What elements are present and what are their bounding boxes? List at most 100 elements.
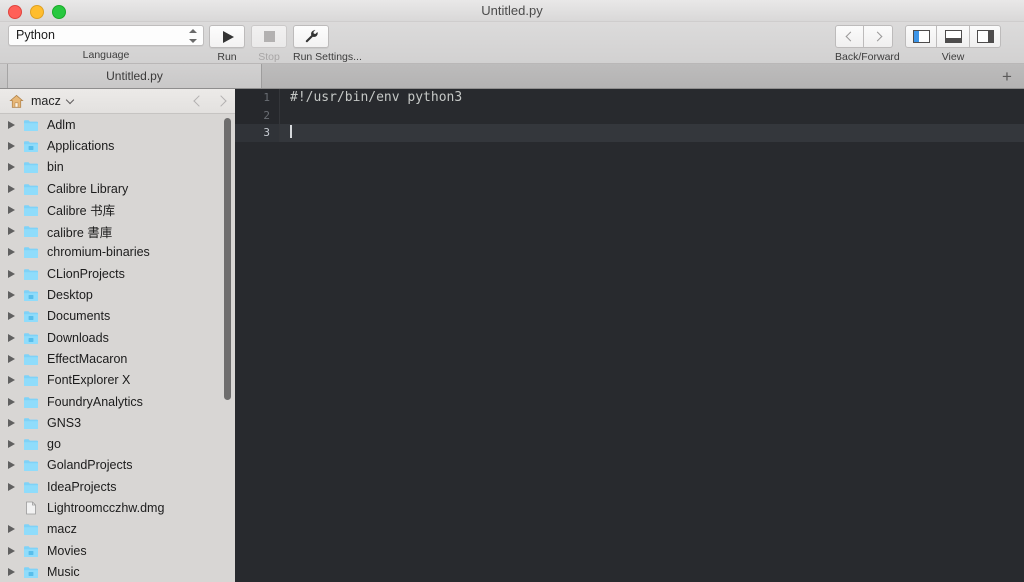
panel-left-icon: [912, 30, 930, 43]
disclosure-triangle-icon[interactable]: [8, 567, 15, 576]
file-list-item[interactable]: IdeaProjects: [0, 476, 235, 497]
disclosure-triangle-icon[interactable]: [8, 163, 15, 172]
language-select[interactable]: Python: [8, 25, 204, 46]
disclosure-triangle-icon[interactable]: [8, 291, 15, 300]
view-left-sidebar-button[interactable]: [905, 25, 937, 48]
tab-bar: Untitled.py +: [0, 64, 1024, 89]
disclosure-triangle-icon[interactable]: [8, 141, 15, 150]
disclosure-triangle-icon[interactable]: [8, 418, 15, 427]
toolbar: Python Language Run Stop Run Settings...…: [0, 22, 1024, 64]
editor-line-code: #!/usr/bin/env python3: [290, 90, 463, 105]
disclosure-triangle-icon[interactable]: [8, 440, 15, 449]
disclosure-triangle-icon[interactable]: [8, 333, 15, 342]
add-tab-button[interactable]: +: [994, 64, 1020, 88]
view-label: View: [941, 51, 965, 63]
folder-icon: [24, 183, 38, 195]
stop-square-icon: [263, 31, 275, 42]
file-list-item-label: Downloads: [47, 330, 109, 345]
file-list-item[interactable]: Calibre 书库: [0, 199, 235, 220]
window-title: Untitled.py: [481, 3, 543, 18]
run-settings-group: Run Settings...: [293, 25, 362, 63]
folder-icon: [24, 417, 38, 429]
file-list-item[interactable]: Adlm: [0, 114, 235, 135]
disclosure-triangle-icon[interactable]: [8, 205, 15, 214]
disclosure-triangle-icon[interactable]: [8, 482, 15, 491]
file-list-item[interactable]: Movies: [0, 540, 235, 561]
back-forward-group: Back/Forward: [835, 25, 900, 63]
stop-button[interactable]: [251, 25, 287, 48]
file-list[interactable]: Adlm Applications bin Calibre Library Calibr…: [0, 114, 235, 582]
editor-line[interactable]: 3: [235, 124, 1024, 142]
back-button[interactable]: [835, 25, 864, 48]
folder-applications-icon: [24, 141, 38, 152]
close-button[interactable]: [8, 5, 22, 19]
file-list-item-label: chromium-binaries: [47, 245, 150, 260]
tab-bar-left-edge: [0, 64, 8, 88]
file-list-item-label: FontExplorer X: [47, 373, 131, 388]
view-bottom-panel-button[interactable]: [937, 25, 969, 48]
file-list-item-label: Lightroomcczhw.dmg: [47, 500, 165, 515]
title-bar: Untitled.py: [0, 0, 1024, 22]
run-settings-button[interactable]: [293, 25, 329, 48]
maximize-button[interactable]: [52, 5, 66, 19]
disclosure-triangle-icon[interactable]: [8, 376, 15, 385]
chevron-down-icon[interactable]: [65, 95, 75, 104]
disclosure-triangle-icon[interactable]: [8, 227, 15, 236]
tab-untitled-py[interactable]: Untitled.py: [8, 64, 262, 88]
view-right-panel-button[interactable]: [969, 25, 1001, 48]
folder-icon: [24, 268, 38, 280]
file-list-item[interactable]: CLionProjects: [0, 263, 235, 284]
language-group: Python Language: [8, 25, 204, 61]
disclosure-triangle-icon[interactable]: [8, 312, 15, 321]
chevron-right-icon: [872, 31, 882, 42]
run-button[interactable]: [209, 25, 245, 48]
run-settings-label: Run Settings...: [293, 51, 362, 63]
sidebar-forward-button[interactable]: [215, 95, 227, 107]
editor-line[interactable]: 2: [235, 106, 1024, 124]
file-list-item[interactable]: Music: [0, 561, 235, 582]
file-list-item[interactable]: go: [0, 433, 235, 454]
run-label: Run: [217, 51, 237, 63]
chevron-left-icon: [845, 31, 856, 42]
folder-icon: [24, 247, 38, 259]
file-list-item[interactable]: Desktop: [0, 284, 235, 305]
file-list-item-label: go: [47, 437, 61, 452]
file-list-item[interactable]: Downloads: [0, 327, 235, 348]
file-list-item[interactable]: GolandProjects: [0, 455, 235, 476]
file-list-item[interactable]: Applications: [0, 135, 235, 156]
file-list-item[interactable]: Documents: [0, 306, 235, 327]
disclosure-triangle-icon[interactable]: [8, 269, 15, 278]
stop-label: Stop: [258, 51, 280, 63]
disclosure-triangle-icon[interactable]: [8, 120, 15, 129]
folder-desktop-icon: [24, 290, 38, 302]
file-list-item[interactable]: FoundryAnalytics: [0, 391, 235, 412]
sidebar-home-label: macz: [31, 94, 61, 108]
traffic-lights: [8, 5, 66, 19]
minimize-button[interactable]: [30, 5, 44, 19]
file-list-item[interactable]: EffectMacaron: [0, 348, 235, 369]
file-list-item[interactable]: Lightroomcczhw.dmg: [0, 497, 235, 518]
editor-line[interactable]: 1 #!/usr/bin/env python3: [235, 89, 1024, 107]
disclosure-triangle-icon[interactable]: [8, 461, 15, 470]
sidebar-scrollbar[interactable]: [224, 118, 231, 400]
forward-button[interactable]: [864, 25, 893, 48]
line-number: 3: [235, 124, 280, 142]
file-list-item-label: GolandProjects: [47, 458, 133, 473]
disclosure-triangle-icon[interactable]: [8, 397, 15, 406]
disclosure-triangle-icon[interactable]: [8, 525, 15, 534]
disclosure-triangle-icon[interactable]: [8, 248, 15, 257]
file-list-item[interactable]: GNS3: [0, 412, 235, 433]
sidebar-back-button[interactable]: [193, 95, 205, 107]
file-list-item[interactable]: chromium-binaries: [0, 242, 235, 263]
file-list-item-label: FoundryAnalytics: [47, 394, 143, 409]
disclosure-triangle-icon[interactable]: [8, 354, 15, 363]
file-list-item[interactable]: calibre 書庫: [0, 220, 235, 241]
disclosure-triangle-icon[interactable]: [8, 184, 15, 193]
file-list-item-label: Documents: [47, 309, 111, 324]
code-editor[interactable]: 1 #!/usr/bin/env python3 2 3: [235, 89, 1024, 582]
file-list-item[interactable]: bin: [0, 157, 235, 178]
file-list-item[interactable]: Calibre Library: [0, 178, 235, 199]
file-list-item[interactable]: FontExplorer X: [0, 370, 235, 391]
disclosure-triangle-icon[interactable]: [8, 546, 15, 555]
file-list-item[interactable]: macz: [0, 519, 235, 540]
